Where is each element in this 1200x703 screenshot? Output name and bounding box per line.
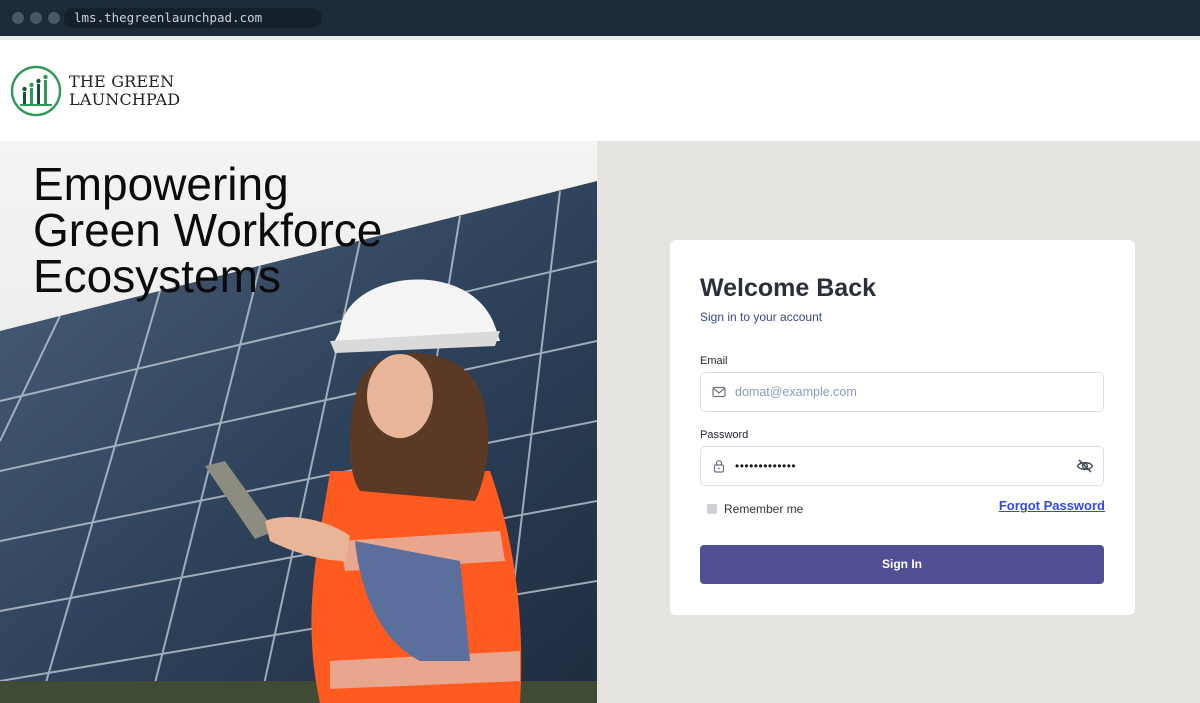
mail-icon (712, 386, 726, 398)
sign-in-button[interactable]: Sign In (700, 545, 1104, 584)
login-title: Welcome Back (700, 274, 877, 302)
hero-headline-line3: Ecosystems (33, 250, 281, 302)
password-label: Password (700, 429, 749, 441)
window-minimize-dot[interactable] (30, 12, 42, 24)
address-bar[interactable]: lms.thegreenlaunchpad.com (64, 8, 322, 28)
browser-toolbar: lms.thegreenlaunchpad.com (0, 0, 1200, 36)
remember-me-label: Remember me (724, 501, 804, 516)
email-label: Email (700, 355, 728, 367)
lock-icon (713, 460, 725, 473)
window-maximize-dot[interactable] (48, 12, 60, 24)
email-field[interactable]: domat@example.com (700, 372, 1104, 412)
email-placeholder: domat@example.com (735, 385, 857, 399)
forgot-password-link[interactable]: Forgot Password (999, 498, 1105, 513)
login-panel: Welcome Back Sign in to your account Ema… (597, 141, 1200, 703)
window-close-dot[interactable] (12, 12, 24, 24)
eye-off-icon[interactable] (1076, 458, 1094, 474)
hero-image-panel: Empowering Green Workforce Ecosystems (0, 141, 597, 703)
site-header: THE GREEN LAUNCHPAD (0, 36, 1200, 141)
hero-headline-line1: Empowering (33, 158, 289, 210)
brand-logo-icon[interactable] (9, 64, 63, 118)
login-card: Welcome Back Sign in to your account Ema… (670, 240, 1135, 615)
brand-name[interactable]: THE GREEN LAUNCHPAD (69, 73, 180, 109)
hero-headline: Empowering Green Workforce Ecosystems (33, 161, 382, 299)
remember-me[interactable]: Remember me (707, 500, 804, 516)
login-subtitle: Sign in to your account (700, 310, 823, 324)
hero-headline-line2: Green Workforce (33, 204, 383, 256)
password-value: ••••••••••••• (735, 459, 797, 473)
brand-name-line2: LAUNCHPAD (69, 90, 181, 109)
brand-name-line1: THE GREEN (69, 72, 175, 91)
password-field[interactable]: ••••••••••••• (700, 446, 1104, 486)
remember-me-checkbox[interactable] (707, 503, 717, 514)
